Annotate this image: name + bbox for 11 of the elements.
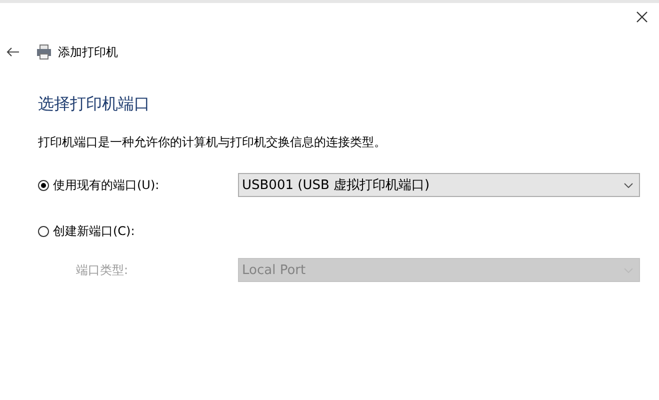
port-type-label: 端口类型: <box>75 262 130 278</box>
window-title: 添加打印机 <box>58 44 118 60</box>
page-heading: 选择打印机端口 <box>38 94 151 115</box>
radio-option[interactable]: 创建新端口(C): <box>38 222 238 240</box>
port-dropdown[interactable]: USB001 (USB 虚拟打印机端口) <box>238 173 640 197</box>
printer-icon <box>36 44 52 60</box>
radio-option[interactable]: 使用现有的端口(U): <box>38 176 238 194</box>
chevron-icon <box>624 182 633 188</box>
close-icon[interactable] <box>636 11 648 23</box>
back-arrow-icon[interactable] <box>6 47 20 57</box>
description-text: 打印机端口是一种允许你的计算机与打印机交换信息的连接类型。 <box>38 134 387 151</box>
